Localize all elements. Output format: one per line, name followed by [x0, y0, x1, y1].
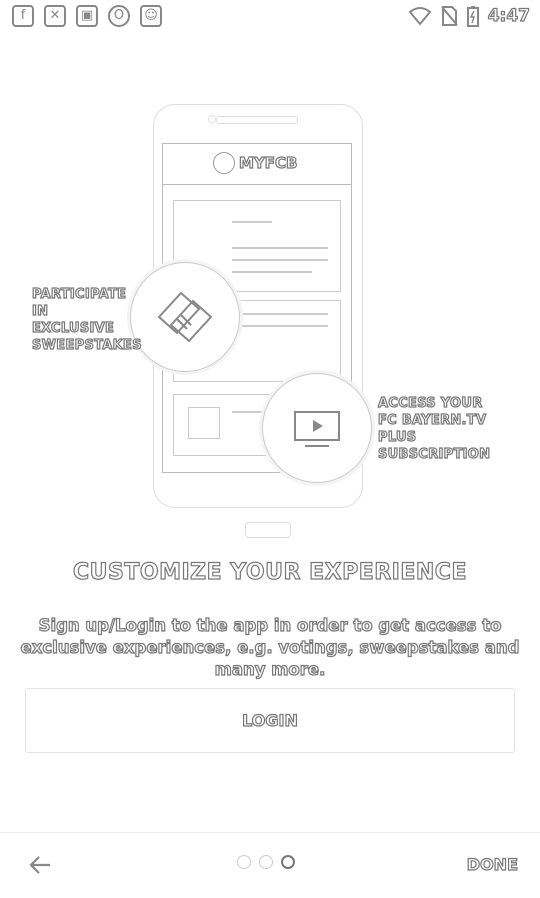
opera-icon: O: [108, 5, 130, 27]
tv-bubble: [262, 373, 372, 483]
login-button-label: LOGIN: [242, 710, 299, 730]
login-button[interactable]: LOGIN: [25, 688, 515, 753]
fcb-logo-icon: [213, 152, 235, 174]
page-dot-active: [281, 855, 295, 869]
page-dot: [237, 855, 251, 869]
lock-icon: ▣: [76, 5, 98, 27]
arrow-left-icon[interactable]: [26, 851, 54, 879]
page-title: CUSTOMIZE YOUR EXPERIENCE: [72, 559, 467, 585]
status-bar-left: f ✕ ▣ O ☺: [12, 5, 162, 27]
screen-header: MYFCB: [163, 144, 351, 185]
brand: MYFCB: [213, 152, 298, 174]
tickets-icon: [157, 291, 213, 343]
onboarding-nav: DONE: [0, 832, 540, 898]
sweepstakes-bubble: [130, 262, 240, 372]
sweepstakes-label: PARTICIPATE IN EXCLUSIVE SWEEPSTAKES: [31, 286, 142, 353]
page-dot: [259, 855, 273, 869]
battery-charging-icon: [466, 6, 479, 27]
tools-icon: ✕: [44, 5, 66, 27]
phone-camera: [208, 115, 216, 123]
android-icon: ☺: [140, 5, 162, 27]
tv-plus-label: ACCESS YOUR FC BAYERN.TV PLUS SUBSCRIPTI…: [377, 395, 491, 462]
phone-speaker: [216, 116, 298, 124]
no-sim-icon: [440, 6, 458, 26]
facebook-icon: f: [12, 5, 34, 27]
status-bar: f ✕ ▣ O ☺ 4:47: [0, 0, 540, 34]
description-text: Sign up/Login to the app in order to get…: [20, 615, 520, 679]
done-button[interactable]: DONE: [466, 854, 518, 874]
brand-name: MYFCB: [238, 153, 298, 172]
wifi-icon: [408, 7, 432, 26]
page-indicator: [237, 855, 295, 869]
status-time: 4:47: [487, 5, 531, 26]
tv-play-icon: [294, 411, 340, 447]
phone-home-button: [245, 522, 291, 538]
status-bar-right: 4:47: [408, 5, 531, 27]
